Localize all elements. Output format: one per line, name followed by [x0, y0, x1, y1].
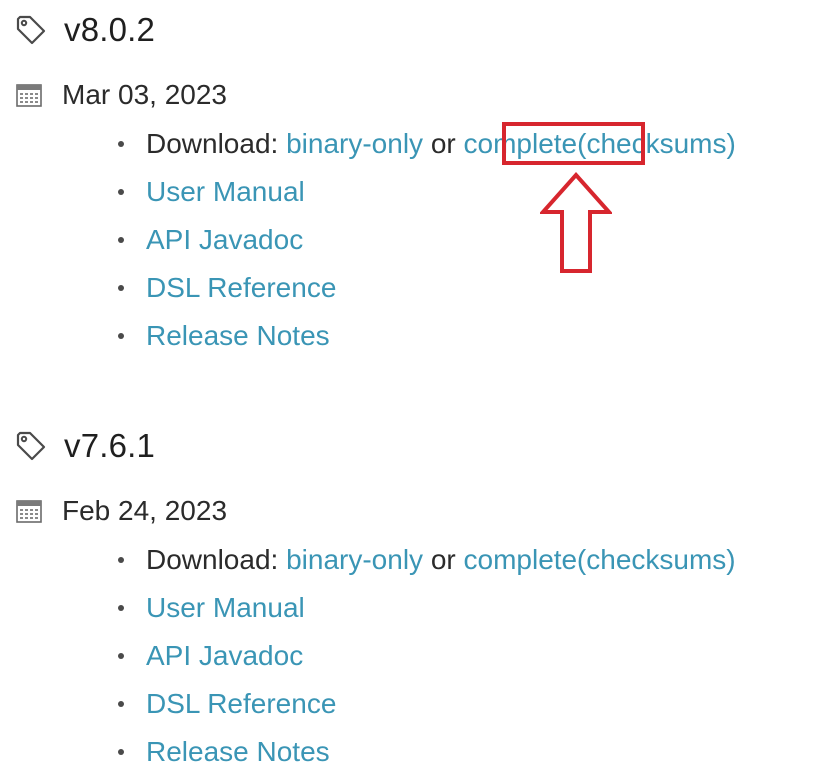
up-arrow-icon — [540, 172, 612, 273]
release-date-row: Feb 24, 2023 — [16, 494, 227, 528]
binary-only-link[interactable]: binary-only — [286, 128, 423, 159]
close-paren: ) — [726, 544, 736, 575]
bullet — [118, 749, 124, 755]
release-date: Feb 24, 2023 — [62, 495, 228, 526]
release-notes-item: Release Notes — [114, 312, 736, 360]
bullet — [118, 285, 124, 291]
dsl-reference-item: DSL Reference — [114, 680, 736, 728]
version-label: v7.6.1 — [64, 427, 156, 464]
download-label: Download: — [146, 544, 279, 575]
or-label: or — [430, 544, 456, 575]
bullet — [118, 605, 124, 611]
close-paren: ) — [726, 128, 736, 159]
version-label: v8.0.2 — [64, 11, 156, 48]
dsl-reference-link[interactable]: DSL Reference — [146, 272, 336, 303]
release-links-list: Download: binary-only or complete (check… — [114, 536, 736, 776]
release-notes-link[interactable]: Release Notes — [146, 736, 330, 767]
api-javadoc-link[interactable]: API Javadoc — [146, 640, 303, 671]
bullet — [118, 141, 124, 147]
download-label: Download: — [146, 128, 279, 159]
download-item: Download: binary-only or complete (check… — [114, 536, 736, 584]
api-javadoc-item: API Javadoc — [114, 632, 736, 680]
bullet — [118, 701, 124, 707]
bullet — [118, 557, 124, 563]
tag-icon — [16, 15, 46, 45]
complete-link[interactable]: complete — [464, 544, 578, 575]
api-javadoc-link[interactable]: API Javadoc — [146, 224, 303, 255]
dsl-reference-item: DSL Reference — [114, 264, 736, 312]
or-label: or — [430, 128, 456, 159]
release-date-row: Mar 03, 2023 — [16, 78, 227, 112]
release-date: Mar 03, 2023 — [62, 79, 227, 110]
calendar-icon — [16, 500, 42, 523]
highlight-box — [502, 122, 645, 165]
bullet — [118, 333, 124, 339]
bullet — [118, 653, 124, 659]
tag-icon — [16, 431, 46, 461]
api-javadoc-item: API Javadoc — [114, 216, 736, 264]
user-manual-item: User Manual — [114, 584, 736, 632]
calendar-icon — [16, 84, 42, 107]
open-paren: ( — [576, 544, 587, 575]
user-manual-link[interactable]: User Manual — [146, 592, 305, 623]
binary-only-link[interactable]: binary-only — [286, 544, 423, 575]
release-notes-link[interactable]: Release Notes — [146, 320, 330, 351]
dsl-reference-link[interactable]: DSL Reference — [146, 688, 336, 719]
user-manual-link[interactable]: User Manual — [146, 176, 305, 207]
checksums-link[interactable]: checksums — [586, 544, 726, 575]
user-manual-item: User Manual — [114, 168, 736, 216]
bullet — [118, 237, 124, 243]
release-notes-item: Release Notes — [114, 728, 736, 776]
version-heading: v8.0.2 — [14, 10, 155, 50]
bullet — [118, 189, 124, 195]
version-heading: v7.6.1 — [14, 426, 155, 466]
